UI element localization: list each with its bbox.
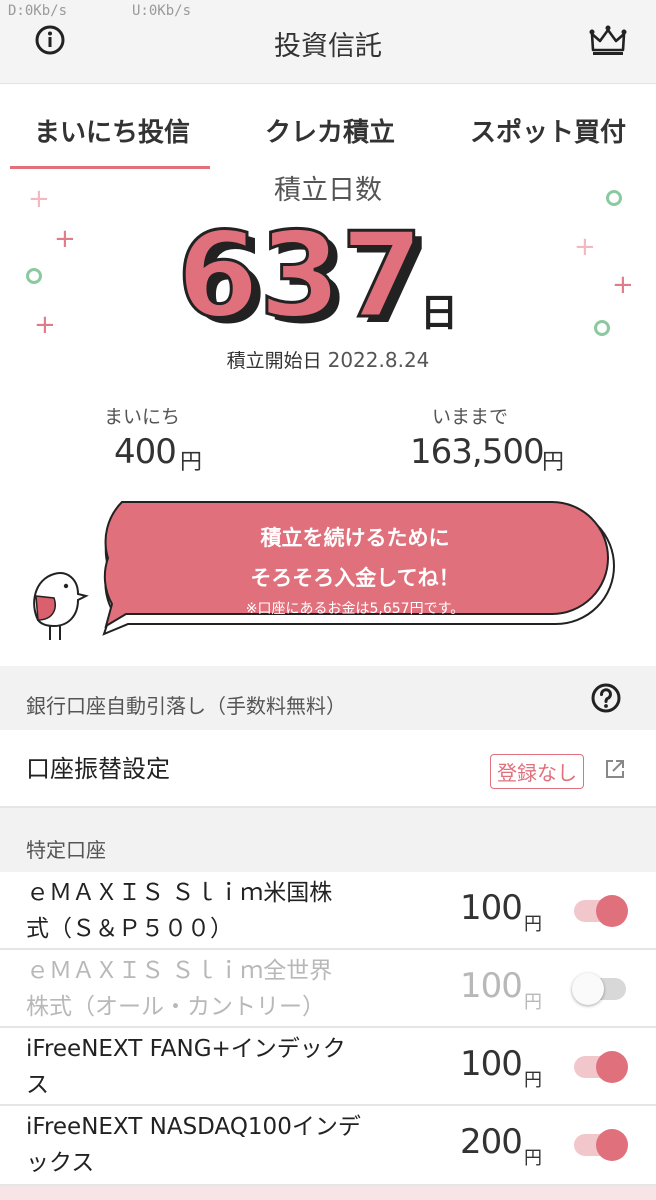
total-value: 163,500 bbox=[410, 432, 545, 472]
fund-toggle[interactable] bbox=[574, 895, 628, 927]
start-date: 2022.8.24 bbox=[327, 348, 430, 372]
funds-section-label: 特定口座 bbox=[26, 838, 106, 862]
fund-name-line-1: ｅＭＡＸＩＳ Ｓｌｉｍ米国株 bbox=[26, 880, 333, 906]
tab-card[interactable]: クレカ積立 bbox=[265, 112, 395, 149]
fund-name-line-1: iFreeNEXT FANG+インデック bbox=[26, 1036, 346, 1062]
fund-amount-unit: 円 bbox=[524, 1070, 542, 1091]
fund-name-line-2: ス bbox=[26, 1072, 49, 1098]
bottom-divider bbox=[0, 1186, 656, 1200]
question-icon[interactable] bbox=[590, 682, 622, 714]
fund-toggle[interactable] bbox=[572, 973, 626, 1005]
fund-row: ｅＭＡＸＩＳ Ｓｌｉｍ米国株 式（Ｓ＆Ｐ５００） 100 円 bbox=[0, 872, 656, 950]
toggle-knob bbox=[596, 1051, 628, 1083]
toggle-knob bbox=[572, 973, 604, 1005]
toggle-knob bbox=[596, 895, 628, 927]
fund-row: ｅＭＡＸＩＳ Ｓｌｉｍ全世界 株式（オール・カントリー） 100 円 bbox=[0, 950, 656, 1028]
plus-decoration: + bbox=[34, 310, 56, 340]
crown-icon[interactable] bbox=[588, 24, 628, 58]
daily-value: 400 bbox=[114, 432, 177, 472]
fund-amount[interactable]: 100 bbox=[460, 888, 523, 928]
transfer-setting-label: 口座振替設定 bbox=[26, 755, 170, 783]
fund-name-line-2: ックス bbox=[26, 1150, 95, 1176]
status-bar: D:0Kb/s U:0Kb/s bbox=[0, 0, 656, 22]
fund-amount-unit: 円 bbox=[524, 992, 542, 1013]
tab-mainichi[interactable]: まいにち投信 bbox=[34, 112, 190, 149]
upload-speed: U:0Kb/s bbox=[132, 3, 192, 19]
days-count: 637 637 bbox=[180, 205, 430, 341]
notice-line-1: 積立を続けるために bbox=[260, 526, 450, 550]
days-value: 637 bbox=[180, 206, 423, 340]
daily-label: まいにち bbox=[104, 406, 181, 428]
fund-row: iFreeNEXT FANG+インデック ス 100 円 bbox=[0, 1028, 656, 1106]
download-speed: D:0Kb/s bbox=[8, 3, 68, 19]
external-link-icon[interactable] bbox=[604, 758, 626, 780]
toggle-knob bbox=[596, 1129, 628, 1161]
fund-name-line-1: iFreeNEXT NASDAQ100インデ bbox=[26, 1114, 361, 1140]
fund-amount[interactable]: 100 bbox=[460, 966, 523, 1006]
fund-amount-unit: 円 bbox=[524, 1148, 542, 1169]
fund-toggle[interactable] bbox=[574, 1051, 628, 1083]
daily-unit: 円 bbox=[180, 450, 203, 475]
start-date-row: 積立開始日 2022.8.24 bbox=[0, 346, 656, 373]
bird-mascot-icon bbox=[33, 572, 89, 640]
plus-decoration: + bbox=[54, 224, 76, 254]
total-unit: 円 bbox=[542, 450, 565, 475]
fund-toggle[interactable] bbox=[574, 1129, 628, 1161]
fund-name-line-1: ｅＭＡＸＩＳ Ｓｌｉｍ全世界 bbox=[26, 958, 333, 984]
notice-balance: ※口座にあるお金は5,657円です。 bbox=[245, 601, 465, 617]
tab-bar: まいにち投信 クレカ積立 スポット買付 bbox=[0, 84, 656, 172]
plus-decoration: + bbox=[612, 270, 634, 300]
fund-row: iFreeNEXT NASDAQ100インデ ックス 200 円 bbox=[0, 1106, 656, 1186]
notice-line-2: そろそろ入金してね！ bbox=[250, 566, 460, 590]
bank-section-header: 銀行口座自動引落し（手数料無料） bbox=[0, 666, 656, 730]
transfer-setting-row[interactable]: 口座振替設定 登録なし bbox=[0, 730, 656, 808]
fund-name-line-2: 株式（オール・カントリー） bbox=[26, 994, 325, 1020]
fund-amount[interactable]: 100 bbox=[460, 1044, 523, 1084]
bank-section-label: 銀行口座自動引落し（手数料無料） bbox=[26, 694, 346, 718]
funds-section-header: 特定口座 bbox=[0, 808, 656, 872]
page-title: 投資信託 bbox=[274, 31, 382, 62]
start-date-label: 積立開始日 bbox=[226, 350, 322, 372]
fund-name-line-2: 式（Ｓ＆Ｐ５００） bbox=[26, 916, 233, 942]
days-unit: 日 bbox=[420, 291, 459, 335]
fund-amount-unit: 円 bbox=[524, 914, 542, 935]
fund-amount[interactable]: 200 bbox=[460, 1122, 523, 1162]
total-label: いままで bbox=[432, 406, 509, 428]
status-badge: 登録なし bbox=[490, 754, 584, 789]
tab-spot[interactable]: スポット買付 bbox=[470, 112, 626, 149]
circle-decoration bbox=[594, 320, 610, 336]
plus-decoration: + bbox=[574, 232, 596, 262]
circle-decoration bbox=[26, 268, 42, 284]
